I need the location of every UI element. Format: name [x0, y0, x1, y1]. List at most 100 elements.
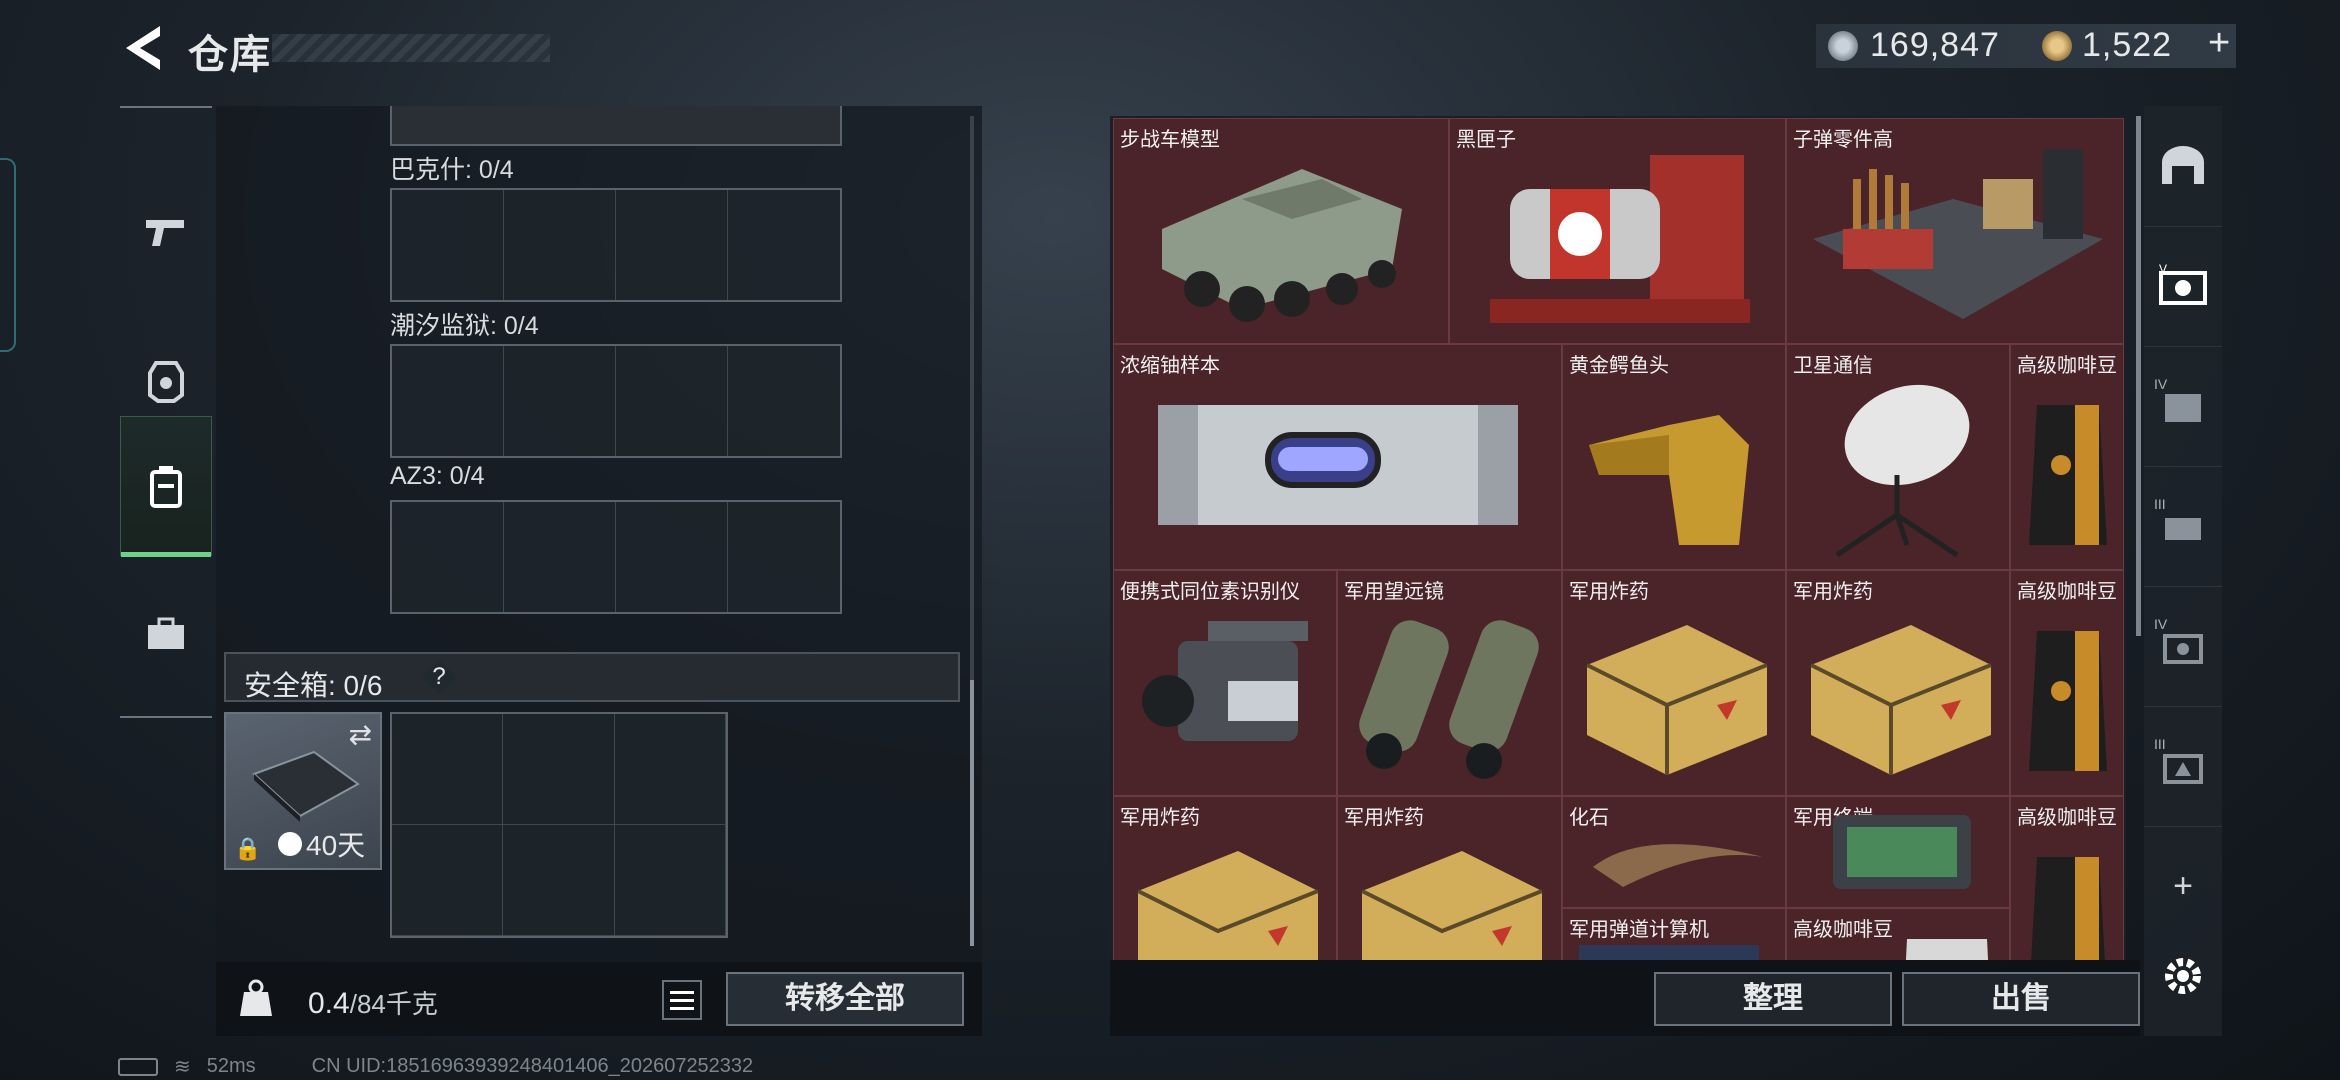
slot-label: 巴克什: 0/4 [390, 156, 514, 184]
lock-icon: 🔒 [234, 836, 262, 861]
back-icon[interactable] [118, 22, 166, 74]
fossil-claw-icon [1593, 844, 1763, 887]
case-iv-b-tab[interactable]: IV [2144, 586, 2222, 707]
explosive-crate-icon [1586, 625, 1768, 775]
item-cell[interactable]: 高级咖啡豆 [1786, 908, 2010, 960]
safebox-grid[interactable] [390, 712, 728, 938]
item-name: 高级咖啡豆 [1793, 919, 1893, 941]
satellite-dish-icon [1835, 384, 1970, 558]
safebox-case-icon [252, 750, 360, 822]
item-name: 军用炸药 [1120, 807, 1200, 829]
item-cell[interactable]: 军用弹道计算机 [1562, 908, 1786, 960]
case-iii-b-icon [2163, 754, 2203, 784]
expiry-days: 40天 [278, 824, 365, 864]
case-v-tab[interactable]: V [2144, 226, 2222, 347]
case-iii-b-tab[interactable]: III [2144, 706, 2222, 827]
previous-slot-grid [390, 106, 842, 146]
tier-label: IV [2154, 616, 2168, 632]
nav-briefcase[interactable] [120, 564, 212, 704]
item-name: 黄金鳄鱼头 [1569, 355, 1669, 377]
case-iv-tab[interactable]: IV [2144, 346, 2222, 467]
uranium-canister-icon [1158, 405, 1518, 525]
case-iii-tab[interactable]: III [2144, 466, 2222, 587]
nav-backpack[interactable] [120, 416, 212, 557]
item-cell[interactable]: 高级咖啡豆 [2010, 570, 2124, 796]
case-v-icon: V [2159, 263, 2207, 305]
weight-max: /84千克 [349, 989, 438, 1019]
item-cell[interactable]: 军用炸药 [1113, 796, 1337, 960]
item-grid: 步战车模型 黑匣子 子弹零件高 浓缩铀样本 黄金鳄鱼头 卫星通信 高级咖啡豆 便… [1110, 116, 2126, 960]
coffee-bag-icon [2031, 857, 2105, 960]
item-cell[interactable]: 卫星通信 [1786, 344, 2010, 570]
svg-text:V: V [2159, 263, 2167, 276]
item-name: 军用弹道计算机 [1569, 919, 1709, 941]
golden-crocodile-icon [1589, 415, 1749, 545]
item-cell[interactable]: 军用炸药 [1337, 796, 1562, 960]
sort-button[interactable]: 整理 [1654, 972, 1892, 1026]
add-icon: + [2173, 866, 2193, 905]
isotope-scanner-icon [1142, 621, 1308, 741]
slot-grid[interactable] [390, 500, 842, 614]
item-name: 军用炸药 [1793, 581, 1873, 603]
item-cell[interactable]: 步战车模型 [1113, 118, 1449, 344]
slot-grid[interactable] [390, 188, 842, 302]
item-name: 军用炸药 [1569, 581, 1649, 603]
item-name: 高级咖啡豆 [2017, 355, 2117, 377]
gear-icon [2165, 958, 2201, 994]
edge-accent [0, 158, 16, 352]
tier-label: IV [2154, 376, 2168, 392]
binoculars-icon [1359, 620, 1539, 779]
case-iv-b-icon [2163, 634, 2203, 664]
item-name: 军用望远镜 [1344, 581, 1444, 603]
weight-value: 0.4/84千克 [308, 984, 438, 1021]
item-cell[interactable]: 黄金鳄鱼头 [1562, 344, 1786, 570]
warehouse-tab[interactable] [2144, 106, 2222, 227]
safebox-item[interactable]: ⇄ 🔒 40天 [224, 712, 382, 870]
slot-grid[interactable] [390, 344, 842, 458]
settings-button[interactable] [2144, 916, 2222, 1036]
item-cell[interactable]: 便携式同位素识别仪 [1113, 570, 1337, 796]
item-name: 便携式同位素识别仪 [1120, 581, 1300, 603]
ammo-parts-icon [1813, 149, 2103, 319]
page-title: 仓库 [188, 33, 272, 77]
status-bar: ≋ 52ms CN UID:18516963939248401406_20260… [118, 1054, 753, 1079]
days-label: 40天 [306, 830, 366, 861]
clock-icon [278, 832, 302, 856]
item-cell[interactable]: 军用炸药 [1562, 570, 1786, 796]
case-iv-icon [2165, 394, 2201, 422]
transfer-all-button[interactable]: 转移全部 [726, 972, 964, 1026]
item-cell[interactable]: 军用望远镜 [1337, 570, 1562, 796]
item-cell[interactable]: 军用终端 [1786, 796, 2010, 908]
slot-label: AZ3: 0/4 [390, 462, 485, 490]
item-cell[interactable]: 高级咖啡豆 [2010, 344, 2124, 570]
safebox-header: 安全箱: 0/6 ? [224, 652, 960, 702]
left-nav [120, 106, 212, 718]
add-currency-button[interactable]: + [2208, 22, 2230, 65]
item-name: 浓缩铀样本 [1120, 355, 1220, 377]
gold-amount: 1,522 [2082, 26, 2173, 64]
item-cell[interactable]: 化石 [1562, 796, 1786, 908]
item-cell[interactable]: 军用炸药 [1786, 570, 2010, 796]
explosive-crate-icon [1137, 851, 1319, 960]
ballistic-computer-icon [1579, 945, 1759, 960]
item-cell[interactable]: 黑匣子 [1449, 118, 1786, 344]
help-button[interactable]: ? [422, 660, 456, 694]
swap-icon[interactable]: ⇄ [349, 718, 372, 751]
sell-button[interactable]: 出售 [1902, 972, 2140, 1026]
item-name: 高级咖啡豆 [2017, 807, 2117, 829]
item-scrollbar[interactable] [2136, 116, 2141, 636]
weight-bar: 0.4/84千克 转移全部 [216, 962, 982, 1036]
item-name: 卫星通信 [1793, 355, 1873, 377]
ping-value: 52ms [206, 1055, 256, 1077]
list-view-button[interactable] [662, 980, 702, 1020]
nav-weapon[interactable] [120, 162, 212, 302]
safebox-label: 安全箱: 0/6 [244, 670, 383, 701]
item-cell[interactable]: 子弹零件高 [1786, 118, 2124, 344]
item-cell[interactable]: 浓缩铀样本 [1113, 344, 1562, 570]
item-cell[interactable]: 高级咖啡豆 [2010, 796, 2124, 960]
black-box-icon [1490, 155, 1750, 323]
left-scroll-thumb[interactable] [970, 680, 974, 946]
battery-icon [118, 1057, 158, 1076]
item-name: 高级咖啡豆 [2017, 581, 2117, 603]
slot-label: 潮汐监狱: 0/4 [390, 312, 539, 340]
